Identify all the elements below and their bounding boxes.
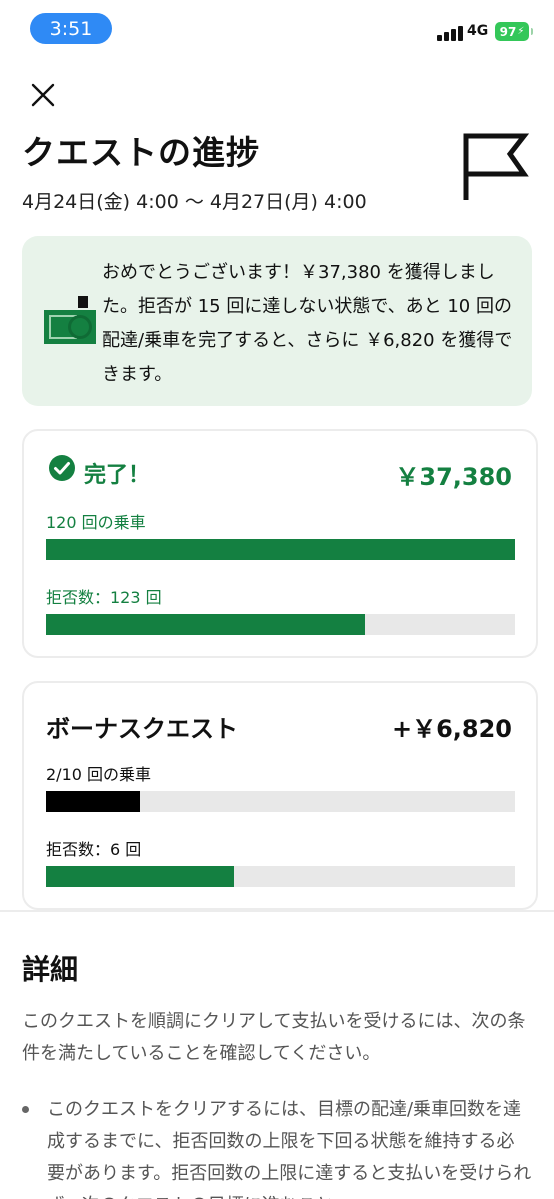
quest-card-main: 完了！ ￥37,380 120 回の乗車 拒否数：123 回 [22,429,538,658]
trips-progress-bar [46,539,515,560]
quest-status: 完了！ [84,463,151,488]
banner-message: おめでとうございます！￥37,380 を獲得しました。拒否が 15 回に達しない… [102,262,513,385]
battery-icon: 97 ⚡ [495,22,533,41]
close-icon [31,83,55,107]
rejects-progress-fill [46,614,365,635]
details-title: 詳細 [22,953,79,986]
flag-icon [460,130,530,202]
check-circle-icon [48,454,76,482]
status-time: 3:51 [30,13,112,44]
quest-dates: 4月24日(金) 4:00 〜 4月27日(月) 4:00 [22,191,367,213]
quest-amount: ￥37,380 [395,463,512,491]
trips-progress-fill [46,539,515,560]
close-button[interactable] [30,82,56,108]
cash-icon [44,296,96,346]
congrats-banner: おめでとうございます！￥37,380 を獲得しました。拒否が 15 回に達しない… [22,236,532,406]
section-divider [0,910,554,912]
trips-label: 120 回の乗車 [46,513,146,532]
rejects-label: 拒否数：123 回 [46,588,162,607]
network-label: 4G [467,23,489,39]
bonus-amount: +￥6,820 [391,715,512,743]
bonus-trips-progress-fill [46,791,140,812]
bonus-trips-label: 2/10 回の乗車 [46,765,152,784]
bonus-rejects-progress-fill [46,866,234,887]
bonus-trips-progress-bar [46,791,515,812]
signal-icon [437,26,463,41]
details-bullet: このクエストをクリアするには、目標の配達/乗車回数を達成するまでに、拒否回数の上… [47,1099,532,1199]
status-bar: 3:51 4G 97 ⚡ [0,0,554,56]
bonus-rejects-label: 拒否数：6 回 [46,840,142,859]
rejects-progress-bar [46,614,515,635]
battery-level: 97 [499,24,517,39]
bullet-icon [22,1106,29,1113]
quest-card-bonus: ボーナスクエスト +￥6,820 2/10 回の乗車 拒否数：6 回 [22,681,538,910]
bonus-title: ボーナスクエスト [46,715,238,743]
details-intro: このクエストを順調にクリアして支払いを受けるには、次の条件を満たしていることを確… [22,1011,526,1064]
bonus-rejects-progress-bar [46,866,515,887]
page-title: クエストの進捗 [22,133,260,172]
